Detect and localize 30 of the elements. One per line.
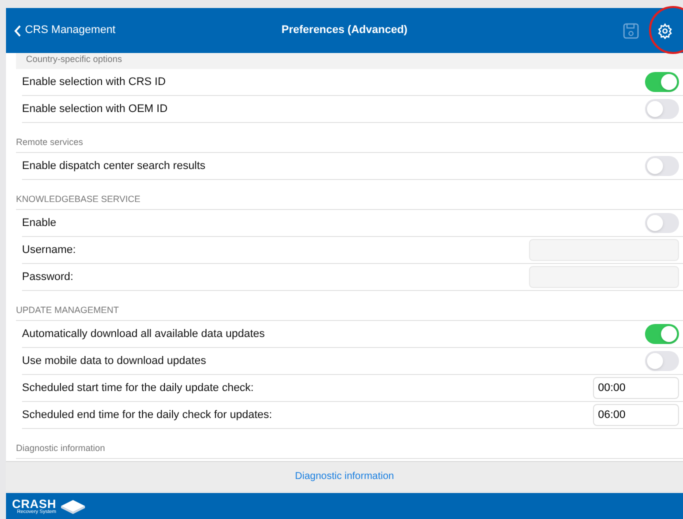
section-header: Diagnostic information — [16, 442, 106, 455]
section-header: KNOWLEDGEBASE SERVICE — [16, 192, 140, 206]
setting-label: Enable dispatch center search results — [22, 158, 206, 174]
setting-label: Username: — [22, 242, 76, 258]
save-icon[interactable] — [623, 22, 639, 38]
toggle-switch[interactable] — [645, 99, 679, 119]
page-title: Preferences (Advanced) — [280, 23, 408, 38]
setting-label: Password: — [22, 270, 74, 285]
setting-label: Enable — [22, 216, 56, 231]
time-field[interactable]: 06:00 — [593, 404, 679, 426]
time-field[interactable]: 00:00 — [593, 377, 679, 399]
setting-label: Use mobile data to download updates — [22, 354, 206, 369]
setting-label: Scheduled end time for the daily check for updates: — [22, 408, 272, 423]
section-header: UPDATE MANAGEMENT — [16, 304, 119, 316]
section-header: Country-specific options — [26, 53, 122, 66]
back-button[interactable]: CRS Management — [14, 22, 214, 39]
settings-icon[interactable] — [657, 22, 673, 38]
logo-wordmark: CRASH — [12, 498, 56, 510]
toggle-switch[interactable] — [645, 324, 679, 344]
setting-label: Enable selection with CRS ID — [22, 74, 166, 90]
setting-label: Scheduled start time for the daily update check: — [22, 380, 254, 396]
toggle-switch[interactable] — [645, 156, 679, 176]
setting-label: Enable selection with OEM ID — [22, 102, 168, 117]
section-header: Remote services — [16, 136, 84, 148]
toggle-switch[interactable] — [645, 351, 679, 371]
setting-label: Automatically download all available data updates — [22, 326, 265, 342]
toggle-switch[interactable] — [645, 72, 679, 92]
box-logo-icon — [60, 498, 86, 514]
toggle-switch[interactable] — [645, 213, 679, 233]
chevron-left-icon — [14, 24, 22, 36]
